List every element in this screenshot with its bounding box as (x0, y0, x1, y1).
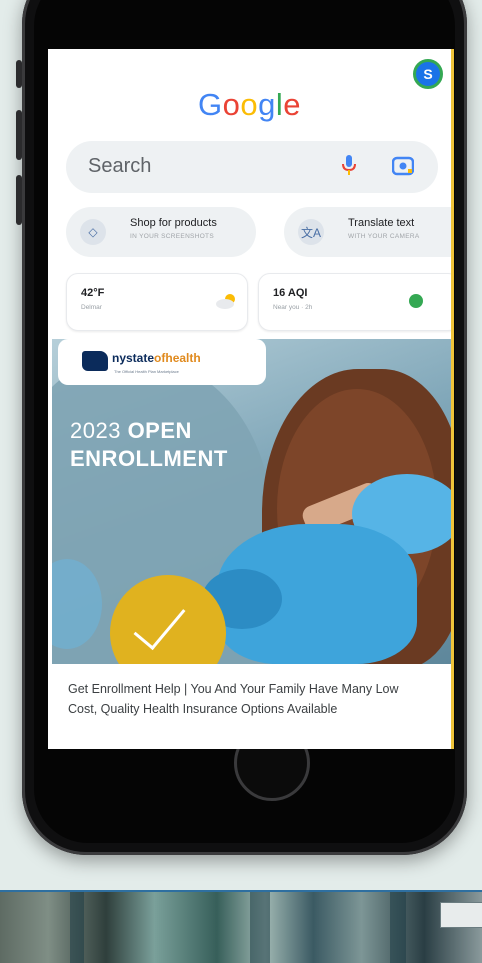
logo-letter: o (222, 87, 241, 122)
google-logo-text: Google (198, 87, 301, 122)
ad-headline: 2023 OPEN ENROLLMENT (70, 418, 228, 471)
photo-pillar (390, 892, 406, 963)
google-logo: Google (48, 87, 451, 123)
logo-letter: G (197, 87, 223, 122)
photo-pillar (250, 892, 270, 963)
aqi-value: 16 AQI (273, 287, 308, 299)
photo-pillar (70, 892, 84, 963)
ad-banner[interactable]: nystateofhealth The Official Health Plan… (52, 339, 451, 664)
aqi-status-dot (409, 294, 423, 308)
microphone-icon[interactable] (342, 155, 356, 177)
chip-title: Shop for products (130, 217, 217, 229)
ny-state-icon (82, 351, 108, 371)
air-quality-card[interactable]: 16 AQI Near you · 2h (258, 273, 451, 331)
street-sign (440, 902, 482, 928)
phone-screen: S Google ◇ Shop for products IN YOUR SCR… (48, 49, 451, 749)
account-avatar[interactable]: S (413, 59, 443, 89)
lens-camera-icon[interactable] (392, 156, 414, 176)
chip-title: Translate text (348, 217, 415, 229)
chip-subtitle: IN YOUR SCREENSHOTS (130, 233, 214, 240)
translate-text-chip[interactable]: 文A Translate text WITH YOUR CAMERA (284, 207, 451, 257)
shop-products-chip[interactable]: ◇ Shop for products IN YOUR SCREENSHOTS (66, 207, 256, 257)
phone-volume-down (16, 175, 22, 225)
search-input[interactable] (88, 155, 298, 178)
aqi-subtitle: Near you · 2h (273, 304, 313, 311)
tag-icon: ◇ (80, 219, 106, 245)
logo-letter: e (283, 87, 301, 122)
translate-icon: 文A (298, 219, 324, 245)
logo-letter: g (258, 87, 276, 122)
avatar-letter: S (423, 66, 433, 82)
brand-name: nystateofhealth (112, 351, 201, 365)
weather-location: Delmar (81, 304, 102, 311)
weather-temp: 42°F (81, 287, 105, 299)
phone-volume-up (16, 110, 22, 160)
bottom-photo-strip (0, 890, 482, 963)
search-bar[interactable] (66, 141, 438, 193)
weather-card[interactable]: 42°F Delmar (66, 273, 248, 331)
chip-subtitle: WITH YOUR CAMERA (348, 233, 420, 240)
logo-letter: o (240, 87, 259, 122)
phone-side-button (16, 60, 22, 88)
partly-cloudy-icon (216, 294, 235, 309)
ad-description[interactable]: Get Enrollment Help | You And Your Famil… (68, 679, 428, 719)
ad-brand-logo: nystateofhealth The Official Health Plan… (58, 339, 266, 385)
brand-tagline: The Official Health Plan Marketplace (114, 369, 179, 374)
